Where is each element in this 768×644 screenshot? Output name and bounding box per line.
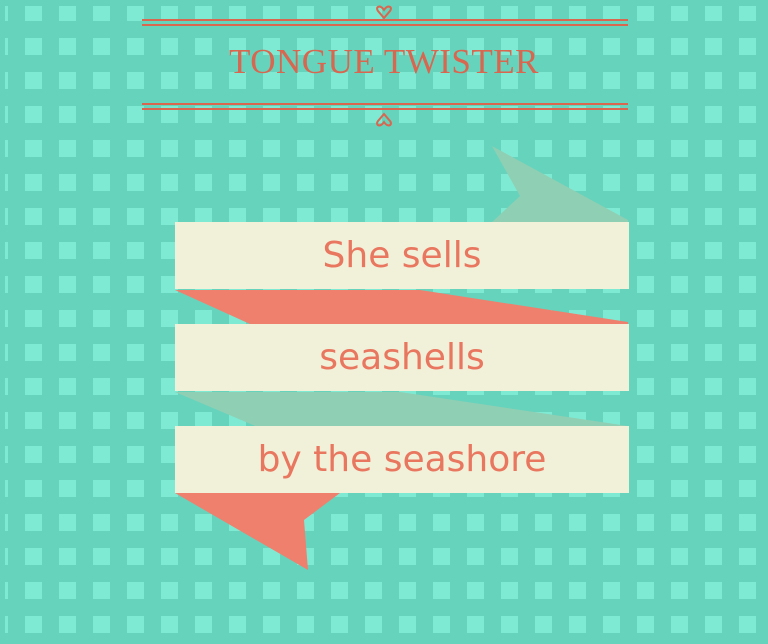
line-2-text: seashells (319, 337, 485, 378)
line-3-text: by the seashore (257, 439, 547, 480)
line-1-text: She sells (322, 235, 482, 276)
ribbon-tail-bottom (175, 493, 340, 570)
ribbon-fold-2 (175, 392, 628, 428)
ribbon-band-2: seashells (175, 324, 629, 391)
ribbon-band-1: She sells (175, 222, 629, 289)
ribbon-shapes (175, 146, 628, 570)
ribbon-fold-1 (175, 290, 628, 324)
ribbon-band-3: by the seashore (175, 426, 629, 493)
